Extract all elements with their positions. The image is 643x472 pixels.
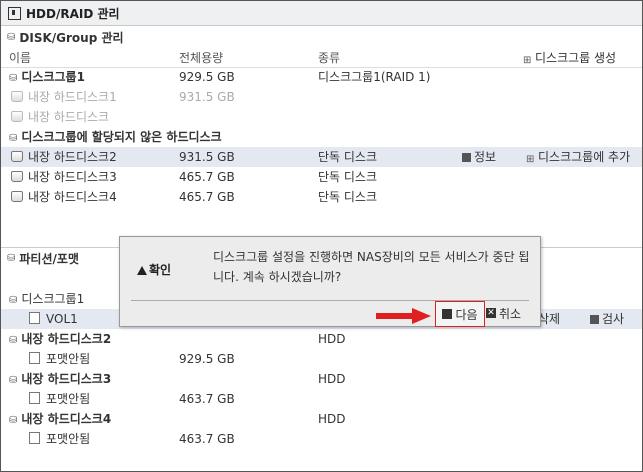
partition-capacity: 929.5 GB [179,352,235,366]
pointer-arrow-icon [376,308,431,324]
disk-member-name: 내장 하드디스크 [11,107,109,127]
disk-capacity: 465.7 GB [179,190,235,204]
disk-capacity: 465.7 GB [179,170,235,184]
delete-button[interactable]: 삭제 [538,309,560,329]
disk-capacity: 931.5 GB [179,150,235,164]
disk-member-capacity: 931.5 GB [179,90,235,104]
disk-name: 내장 하드디스크3 [11,167,117,187]
check-button[interactable]: 검사 [590,309,624,329]
disk-member-name: 내장 하드디스크1 [11,87,117,107]
hard-disk-icon [11,151,23,162]
window-titlebar: HDD/RAID 관리 [1,1,642,26]
disk-group-section-header: ⛁ DISK/Group 관리 [1,27,642,47]
partition-disk-type: HDD [318,372,346,386]
partition-section-title: 파티션/포맷 [19,251,79,266]
table-row[interactable]: 포맷안됨 463.7 GB [1,389,642,409]
table-row[interactable]: 내장 하드디스크2 931.5 GB 단독 디스크 정보 ⊞ 디스크그룹에 추가 [1,147,642,167]
disk-group-type: 디스크그룹1(RAID 1) [318,70,431,84]
disk-group-section-title: DISK/Group 관리 [19,30,124,45]
disk-stack-icon: ⛁ [9,335,18,346]
unassigned-disks-header: ⛁ 디스크그룹에 할당되지 않은 하드디스크 [1,127,642,147]
add-icon: ⊞ [526,154,535,165]
partition-capacity: 463.7 GB [179,392,235,406]
partition-capacity: 463.7 GB [179,432,235,446]
next-icon [442,309,453,319]
add-group-icon: ⊞ [523,55,532,66]
partition-disk-type: HDD [318,412,346,426]
disk-type: 단독 디스크 [318,150,378,164]
table-row[interactable]: 내장 하드디스크1 931.5 GB [1,87,642,107]
hdd-raid-window: HDD/RAID 관리 ⛁ DISK/Group 관리 이름 전체용량 종류 ⊞… [0,0,643,472]
table-row[interactable]: 내장 하드디스크4 465.7 GB 단독 디스크 [1,187,642,207]
table-row[interactable]: 포맷안됨 463.7 GB [1,429,642,449]
disk-name: 내장 하드디스크2 [11,147,117,167]
window-icon [8,6,21,20]
disk-stack-icon: ⛁ [9,375,18,386]
partition-group-name: ⛁ 디스크그룹1 [9,292,85,306]
partition-format-status: 포맷안됨 [29,429,90,449]
hard-disk-icon [11,111,23,122]
partition-icon: ⛁ [7,252,16,264]
disk-stack-icon: ⛁ [9,73,18,84]
table-row[interactable]: ⛁ 내장 하드디스크2 HDD [1,329,642,349]
partition-disk-name: ⛁ 내장 하드디스크2 [9,332,112,346]
partition-disk-name: ⛁ 내장 하드디스크3 [9,372,112,386]
table-row[interactable]: 포맷안됨 929.5 GB [1,349,642,369]
table-row[interactable]: ⛁ 내장 하드디스크3 HDD [1,369,642,389]
next-button[interactable]: 다음 [435,301,485,327]
cancel-button[interactable]: ✕ 취소 [486,303,521,323]
create-disk-group-button[interactable]: ⊞ 디스크그룹 생성 [523,49,616,67]
disk-stack-icon: ⛁ [7,31,16,43]
hard-disk-icon [11,91,23,102]
column-capacity: 전체용량 [179,51,224,65]
disk-group-capacity: 929.5 GB [179,70,235,84]
partition-format-status: 포맷안됨 [29,389,90,409]
hard-disk-icon [11,171,23,182]
disk-type: 단독 디스크 [318,190,378,204]
info-icon [462,153,471,162]
partition-icon [29,392,40,404]
confirm-dialog: 확인 디스크그룹 설정을 진행하면 NAS장비의 모든 서비스가 중단 됩니다.… [119,236,541,327]
disk-stack-icon: ⛁ [9,133,18,144]
table-row[interactable]: ⛁ 디스크그룹1 929.5 GB 디스크그룹1(RAID 1) [1,67,642,87]
add-to-group-button[interactable]: ⊞ 디스크그룹에 추가 [526,147,630,167]
dialog-title: 확인 [137,261,171,278]
table-row[interactable]: ⛁ 내장 하드디스크4 HDD [1,409,642,429]
disk-name: 내장 하드디스크4 [11,187,117,207]
dialog-message: 디스크그룹 설정을 진행하면 NAS장비의 모든 서비스가 중단 됩니다. 계속… [213,250,530,284]
partition-disk-type: HDD [318,332,346,346]
unassigned-disks-title: ⛁ 디스크그룹에 할당되지 않은 하드디스크 [9,130,222,144]
partition-icon [29,432,40,444]
warning-icon [137,266,147,275]
disk-stack-icon: ⛁ [9,415,18,426]
check-icon [590,315,599,324]
disk-type: 단독 디스크 [318,170,378,184]
window-title: HDD/RAID 관리 [26,6,120,21]
column-name: 이름 [9,51,32,65]
hard-disk-icon [11,191,23,202]
info-button[interactable]: 정보 [462,147,496,167]
disk-group-name: ⛁ 디스크그룹1 [9,70,85,84]
volume-icon [29,312,40,324]
volume-name: VOL1 [29,309,78,329]
disk-stack-icon: ⛁ [9,295,18,306]
column-type: 종류 [318,51,341,65]
partition-disk-name: ⛁ 내장 하드디스크4 [9,412,112,426]
table-row[interactable]: 내장 하드디스크3 465.7 GB 단독 디스크 [1,167,642,187]
table-row[interactable]: 내장 하드디스크 [1,107,642,127]
partition-icon [29,352,40,364]
partition-format-status: 포맷안됨 [29,349,90,369]
close-icon: ✕ [486,308,496,318]
disk-group-table-header: 이름 전체용량 종류 ⊞ 디스크그룹 생성 [1,49,642,68]
create-disk-group-label: 디스크그룹 생성 [535,51,617,65]
